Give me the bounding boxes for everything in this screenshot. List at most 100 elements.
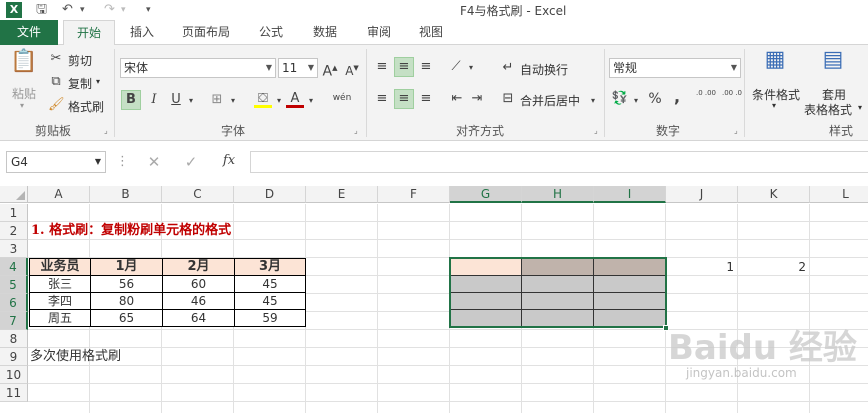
table-cell[interactable]: 45	[234, 292, 306, 310]
format-painter-button[interactable]: 格式刷	[68, 98, 104, 115]
currency-dropdown-icon[interactable]: ▾	[631, 92, 641, 110]
row-header-5[interactable]: 5	[0, 276, 28, 294]
select-all-corner[interactable]	[0, 186, 28, 203]
row-header-7[interactable]: 7	[0, 312, 28, 330]
paste-icon[interactable]: 📋	[10, 51, 37, 83]
format-as-table-icon[interactable]: ▤	[818, 49, 848, 81]
align-middle-icon[interactable]: ≡	[394, 57, 414, 77]
fill-handle[interactable]	[663, 325, 669, 331]
table-cell[interactable]: 周五	[29, 309, 91, 327]
tab-page-layout[interactable]: 页面布局	[172, 20, 240, 45]
row-header-9[interactable]: 9	[0, 348, 28, 366]
comma-button[interactable]: ,	[670, 88, 684, 106]
format-as-table-button-line2[interactable]: 表格格式	[804, 101, 852, 118]
row-header-4[interactable]: 4	[0, 258, 28, 276]
currency-icon[interactable]: 💱	[610, 90, 630, 108]
column-header-i[interactable]: I	[594, 186, 666, 203]
wrap-text-button[interactable]: 自动换行	[520, 61, 568, 78]
column-header-l[interactable]: L	[810, 186, 868, 203]
orientation-dropdown-icon[interactable]: ▾	[466, 59, 476, 77]
wrap-text-icon[interactable]: ↵	[500, 59, 516, 77]
table-header-salesperson[interactable]: 业务员	[29, 258, 91, 276]
column-header-h[interactable]: H	[522, 186, 594, 203]
column-header-k[interactable]: K	[738, 186, 810, 203]
font-name-select[interactable]: 宋体 ▼	[120, 58, 276, 78]
alignment-launcher-icon[interactable]: ⌟	[594, 126, 598, 135]
table-header-jan[interactable]: 1月	[90, 258, 163, 276]
fill-color-icon[interactable]: ⛋	[254, 90, 272, 108]
formula-input[interactable]	[250, 151, 868, 173]
table-cell[interactable]: 60	[162, 275, 235, 293]
column-header-f[interactable]: F	[378, 186, 450, 203]
column-header-e[interactable]: E	[306, 186, 378, 203]
borders-dropdown-icon[interactable]: ▾	[228, 92, 238, 110]
cell-a9[interactable]: 多次使用格式刷	[30, 348, 121, 366]
row-header-2[interactable]: 2	[0, 222, 28, 240]
percent-button[interactable]: %	[646, 90, 664, 108]
paste-button[interactable]: 粘贴	[12, 85, 36, 102]
decrease-font-icon[interactable]: A▼	[344, 59, 360, 80]
increase-indent-icon[interactable]: ⇥	[468, 90, 486, 108]
cancel-icon[interactable]: ✕	[145, 153, 163, 171]
increase-decimal-button[interactable]: .0 .00	[694, 89, 718, 98]
table-cell[interactable]: 56	[90, 275, 163, 293]
row-header-1[interactable]: 1	[0, 204, 28, 222]
table-dropdown-icon[interactable]: ▾	[858, 103, 862, 112]
increase-font-icon[interactable]: A▲	[322, 59, 338, 81]
copy-button[interactable]: 复制	[68, 75, 92, 92]
number-format-select[interactable]: 常规 ▼	[609, 58, 741, 78]
column-header-d[interactable]: D	[234, 186, 306, 203]
table-header-feb[interactable]: 2月	[162, 258, 235, 276]
tab-home[interactable]: 开始	[63, 20, 115, 46]
cut-icon[interactable]: ✂	[48, 50, 64, 68]
table-header-mar[interactable]: 3月	[234, 258, 306, 276]
align-bottom-icon[interactable]: ≡	[417, 58, 435, 76]
column-header-j[interactable]: J	[666, 186, 738, 203]
merge-dropdown-icon[interactable]: ▾	[588, 92, 598, 110]
row-header-10[interactable]: 10	[0, 366, 28, 384]
fill-color-dropdown-icon[interactable]: ▾	[274, 92, 284, 110]
font-color-dropdown-icon[interactable]: ▾	[306, 92, 316, 110]
borders-icon[interactable]: ⊞	[209, 91, 225, 109]
table-cell[interactable]: 45	[234, 275, 306, 293]
paste-dropdown-icon[interactable]: ▾	[20, 101, 24, 110]
align-left-icon[interactable]: ≡	[373, 90, 391, 108]
bold-button[interactable]: B	[121, 90, 141, 110]
enter-check-icon[interactable]: ✓	[182, 153, 200, 171]
align-center-icon[interactable]: ≡	[394, 89, 414, 109]
row-header-3[interactable]: 3	[0, 240, 28, 258]
align-top-icon[interactable]: ≡	[373, 58, 391, 76]
copy-icon[interactable]: ⧉	[48, 73, 64, 91]
table-cell[interactable]: 46	[162, 292, 235, 310]
italic-button[interactable]: I	[146, 91, 162, 109]
table-cell[interactable]: 59	[234, 309, 306, 327]
clipboard-launcher-icon[interactable]: ⌟	[104, 126, 108, 135]
column-header-a[interactable]: A	[28, 186, 90, 203]
phonetic-guide-icon[interactable]: wén	[328, 89, 356, 107]
table-cell[interactable]: 李四	[29, 292, 91, 310]
copy-dropdown-icon[interactable]: ▾	[96, 77, 100, 86]
column-header-c[interactable]: C	[162, 186, 234, 203]
format-painter-icon[interactable]: 🖌	[48, 96, 65, 114]
underline-button[interactable]: U	[168, 91, 184, 109]
decrease-decimal-button[interactable]: .00 .0	[720, 89, 744, 98]
number-launcher-icon[interactable]: ⌟	[734, 126, 738, 135]
table-cell[interactable]: 65	[90, 309, 163, 327]
tab-file[interactable]: 文件	[0, 20, 58, 45]
orientation-icon[interactable]: ⟋	[447, 58, 465, 76]
cell-a2[interactable]: 1. 格式刷：复制粉刷单元格的格式	[31, 222, 231, 240]
merge-center-button[interactable]: 合并后居中	[520, 92, 580, 109]
tab-insert[interactable]: 插入	[119, 20, 165, 45]
table-cell[interactable]: 64	[162, 309, 235, 327]
cell-k4[interactable]: 2	[738, 258, 806, 276]
merge-center-icon[interactable]: ⊟	[500, 90, 516, 108]
name-box[interactable]: G4 ▼	[6, 151, 106, 173]
font-size-select[interactable]: 11 ▼	[278, 58, 318, 78]
font-launcher-icon[interactable]: ⌟	[354, 126, 358, 135]
worksheet-grid[interactable]: A B C D E F G H I J K L 1 2 3 4 5 6 7 8 …	[0, 186, 868, 413]
row-header-6[interactable]: 6	[0, 294, 28, 312]
tab-formulas[interactable]: 公式	[248, 20, 294, 45]
tab-data[interactable]: 数据	[302, 20, 348, 45]
conditional-formatting-icon[interactable]: ▦	[760, 49, 790, 81]
column-header-g[interactable]: G	[450, 186, 522, 203]
